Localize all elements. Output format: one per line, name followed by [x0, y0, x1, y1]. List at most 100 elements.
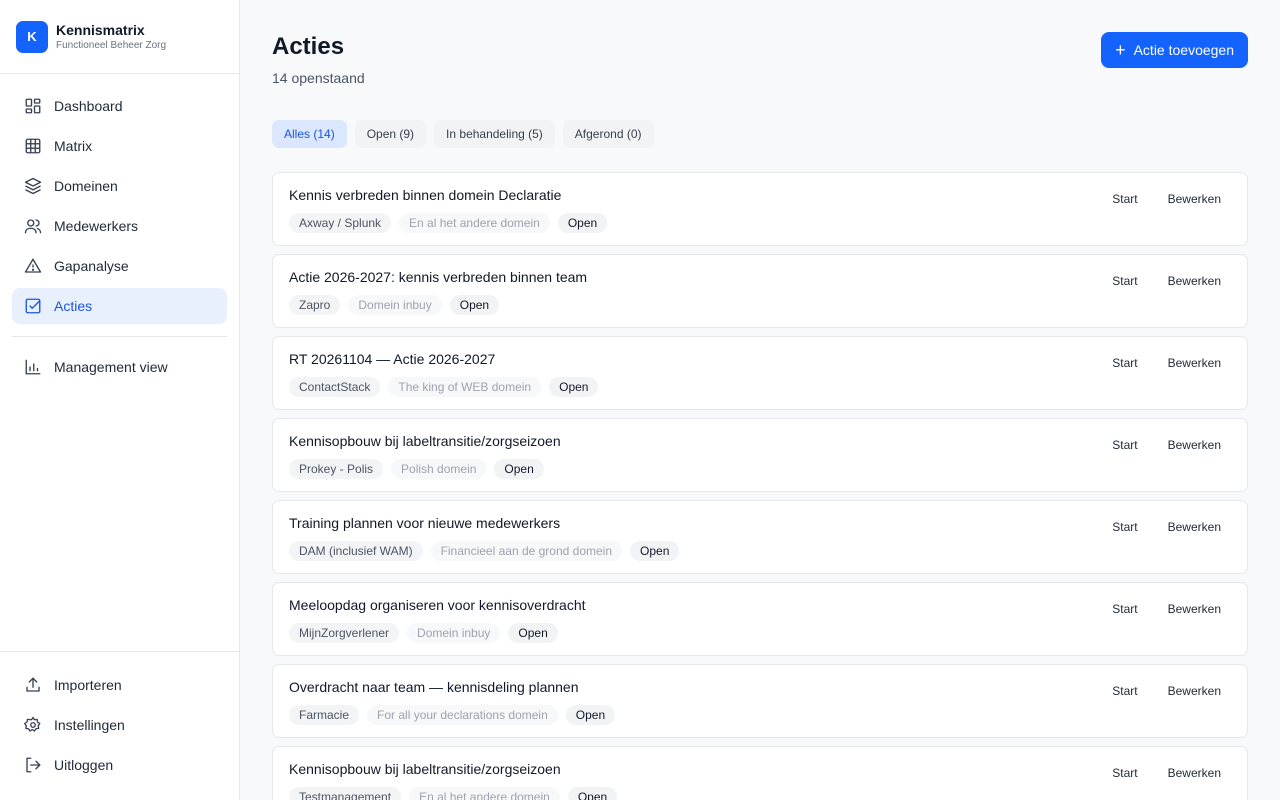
brand-title: Kennismatrix — [56, 21, 145, 38]
edit-button[interactable]: Bewerken — [1168, 356, 1221, 370]
filter-done[interactable]: Afgerond (0) — [562, 120, 654, 148]
sidebar-item-label: Medewerkers — [54, 218, 139, 234]
nav-divider — [12, 336, 227, 337]
app-tag: MijnZorgverlener — [289, 623, 400, 643]
sidebar-item-label: Importeren — [54, 677, 122, 693]
filter-in-progress[interactable]: In behandeling (5) — [434, 120, 555, 148]
domain-tag: The king of WEB domein — [388, 377, 542, 397]
action-card: Overdracht naar team — kennisdeling plan… — [272, 664, 1248, 738]
domain-tag: Domein inbuy — [407, 623, 501, 643]
edit-button[interactable]: Bewerken — [1168, 684, 1221, 698]
action-title: Meeloopdag organiseren voor kennisoverdr… — [289, 597, 586, 613]
edit-button[interactable]: Bewerken — [1168, 520, 1221, 534]
start-button[interactable]: Start — [1112, 274, 1137, 288]
domain-tag: Domein inbuy — [348, 295, 442, 315]
sidebar-item-matrix[interactable]: Matrix — [12, 128, 227, 164]
status-badge: Open — [508, 623, 558, 643]
start-button[interactable]: Start — [1112, 438, 1137, 452]
main-content: Acties 14 openstaand + Actie toevoegen A… — [240, 0, 1280, 800]
sidebar-item-gapanalyse[interactable]: Gapanalyse — [12, 248, 227, 284]
app-tag: Zapro — [289, 295, 341, 315]
status-badge: Open — [549, 377, 599, 397]
action-list: Kennis verbreden binnen domein Declarati… — [272, 172, 1248, 800]
sidebar-bottom: Importeren Instellingen Uitloggen — [0, 651, 239, 787]
sidebar-item-label: Matrix — [54, 138, 93, 154]
users-icon — [24, 217, 42, 235]
domain-tag: En al het andere domein — [399, 213, 550, 233]
app-tag: Testmanagement — [289, 787, 402, 800]
edit-button[interactable]: Bewerken — [1168, 438, 1221, 452]
action-card: Meeloopdag organiseren voor kennisoverdr… — [272, 582, 1248, 656]
sidebar-item-uitloggen[interactable]: Uitloggen — [12, 747, 227, 783]
brand-logo: K — [16, 20, 48, 53]
status-badge: Open — [565, 705, 616, 725]
upload-icon — [24, 676, 42, 694]
start-button[interactable]: Start — [1112, 192, 1137, 206]
gear-icon — [24, 716, 42, 734]
start-button[interactable]: Start — [1112, 766, 1137, 780]
logout-icon — [24, 756, 42, 774]
sidebar-item-label: Instellingen — [54, 717, 125, 733]
action-title: Kennisopbouw bij labeltransitie/zorgseiz… — [289, 433, 561, 449]
domain-tag: For all your declarations domein — [367, 705, 558, 725]
action-title: Actie 2026-2027: kennis verbreden binnen… — [289, 269, 588, 285]
main-nav: Dashboard Matrix Domeinen Medewerkers Ga… — [0, 74, 239, 385]
edit-button[interactable]: Bewerken — [1168, 766, 1221, 780]
grid-icon — [24, 137, 42, 155]
action-card: Kennis verbreden binnen domein Declarati… — [272, 172, 1248, 246]
edit-button[interactable]: Bewerken — [1168, 274, 1221, 288]
action-title: Training plannen voor nieuwe medewerkers — [289, 515, 561, 531]
sidebar-item-label: Dashboard — [54, 98, 123, 114]
action-card: Kennisopbouw bij labeltransitie/zorgseiz… — [272, 418, 1248, 492]
status-badge: Open — [494, 459, 544, 479]
plus-icon: + — [1115, 40, 1126, 60]
app-tag: Prokey - Polis — [289, 459, 384, 479]
checkbox-icon — [24, 297, 42, 315]
brand-subtitle: Functioneel Beheer Zorg — [56, 39, 167, 51]
domain-tag: Polish domein — [391, 459, 487, 479]
dashboard-icon — [24, 97, 42, 115]
sidebar-item-dashboard[interactable]: Dashboard — [12, 88, 227, 124]
action-card: RT 20261104 — Actie 2026-2027 ContactSta… — [272, 336, 1248, 410]
sidebar-item-acties[interactable]: Acties — [12, 288, 227, 324]
edit-button[interactable]: Bewerken — [1168, 602, 1221, 616]
app-tag: ContactStack — [289, 377, 381, 397]
domain-tag: Financieel aan de grond domein — [430, 541, 623, 561]
sidebar-item-label: Management view — [54, 359, 168, 375]
app-tag: DAM (inclusief WAM) — [289, 541, 423, 561]
add-action-button[interactable]: + Actie toevoegen — [1101, 32, 1248, 68]
brand[interactable]: K Kennismatrix Functioneel Beheer Zorg — [0, 0, 239, 74]
start-button[interactable]: Start — [1112, 520, 1137, 534]
sidebar-item-label: Uitloggen — [54, 757, 114, 773]
filter-tabs: Alles (14) Open (9) In behandeling (5) A… — [272, 120, 654, 148]
alert-triangle-icon — [24, 257, 42, 275]
sidebar-item-domeinen[interactable]: Domeinen — [12, 168, 227, 204]
action-card: Kennisopbouw bij labeltransitie/zorgseiz… — [272, 746, 1248, 800]
action-card: Actie 2026-2027: kennis verbreden binnen… — [272, 254, 1248, 328]
filter-open[interactable]: Open (9) — [354, 120, 427, 148]
sidebar-item-medewerkers[interactable]: Medewerkers — [12, 208, 227, 244]
bar-chart-icon — [24, 358, 42, 376]
start-button[interactable]: Start — [1112, 684, 1137, 698]
filter-all[interactable]: Alles (14) — [272, 120, 347, 148]
sidebar: K Kennismatrix Functioneel Beheer Zorg D… — [0, 0, 240, 800]
action-title: RT 20261104 — Actie 2026-2027 — [289, 351, 496, 367]
page-title: Acties — [272, 33, 345, 60]
sidebar-item-label: Gapanalyse — [54, 258, 129, 274]
app-tag: Axway / Splunk — [289, 213, 392, 233]
start-button[interactable]: Start — [1112, 356, 1137, 370]
sidebar-item-management-view[interactable]: Management view — [12, 349, 227, 385]
action-title: Kennis verbreden binnen domein Declarati… — [289, 187, 562, 203]
sidebar-item-importeren[interactable]: Importeren — [12, 667, 227, 703]
sidebar-item-instellingen[interactable]: Instellingen — [12, 707, 227, 743]
edit-button[interactable]: Bewerken — [1168, 192, 1221, 206]
status-badge: Open — [567, 787, 618, 800]
page-subtitle: 14 openstaand — [272, 70, 365, 86]
sidebar-item-label: Acties — [54, 298, 93, 314]
action-title: Overdracht naar team — kennisdeling plan… — [289, 679, 579, 695]
domain-tag: En al het andere domein — [409, 787, 560, 800]
action-title: Kennisopbouw bij labeltransitie/zorgseiz… — [289, 761, 561, 777]
action-card: Training plannen voor nieuwe medewerkers… — [272, 500, 1248, 574]
status-badge: Open — [449, 295, 500, 315]
start-button[interactable]: Start — [1112, 602, 1137, 616]
